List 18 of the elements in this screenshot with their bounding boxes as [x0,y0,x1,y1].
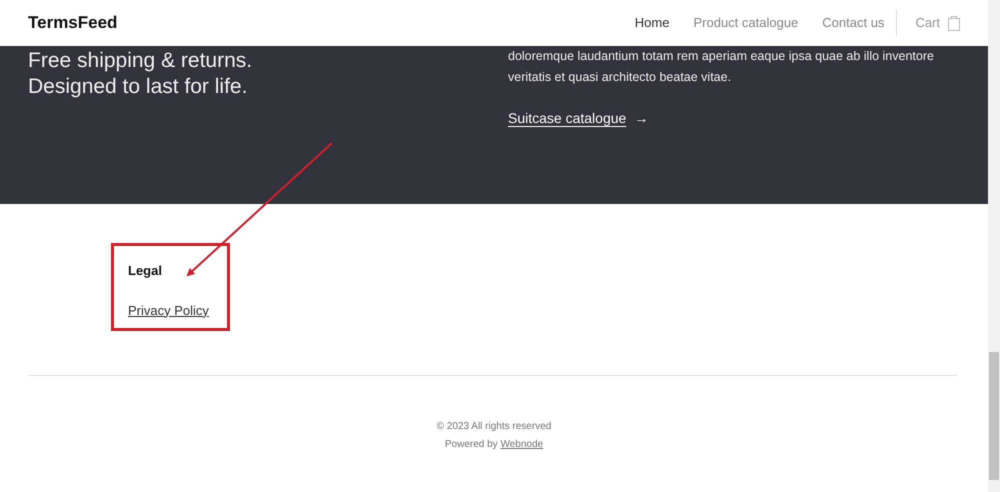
paragraph-text: veritatis et quasi architecto beatae vitae. [508,69,732,86]
arrow-glyph: → [634,109,648,128]
powered-by-text: Powered by [444,439,498,450]
headline-text: Free shipping & returns. [28,48,254,74]
footer-link[interactable]: Privacy Policy [128,302,209,318]
section-heading: Legal [128,262,163,280]
catalogue-link[interactable]: Suitcase catalogue [508,108,626,129]
copyright-text: © 2023 All rights reserved [436,420,552,434]
webnode-link[interactable]: Webnode [500,439,544,450]
shopping-bag-icon [948,15,960,31]
scrollbar[interactable] [988,0,1000,492]
headline-text: Designed to last for life. [28,74,248,100]
nav-link[interactable]: Product catalogue [693,13,798,33]
nav-link[interactable]: Contact us [822,13,884,33]
paragraph-text: doloremque laudantium totam rem aperiam eaque ipsa quae ab illo inventore [508,48,934,65]
nav-link[interactable]: Home [634,13,670,33]
scrollbar-thumb[interactable] [989,352,999,480]
site-logo[interactable]: TermsFeed [28,10,118,36]
